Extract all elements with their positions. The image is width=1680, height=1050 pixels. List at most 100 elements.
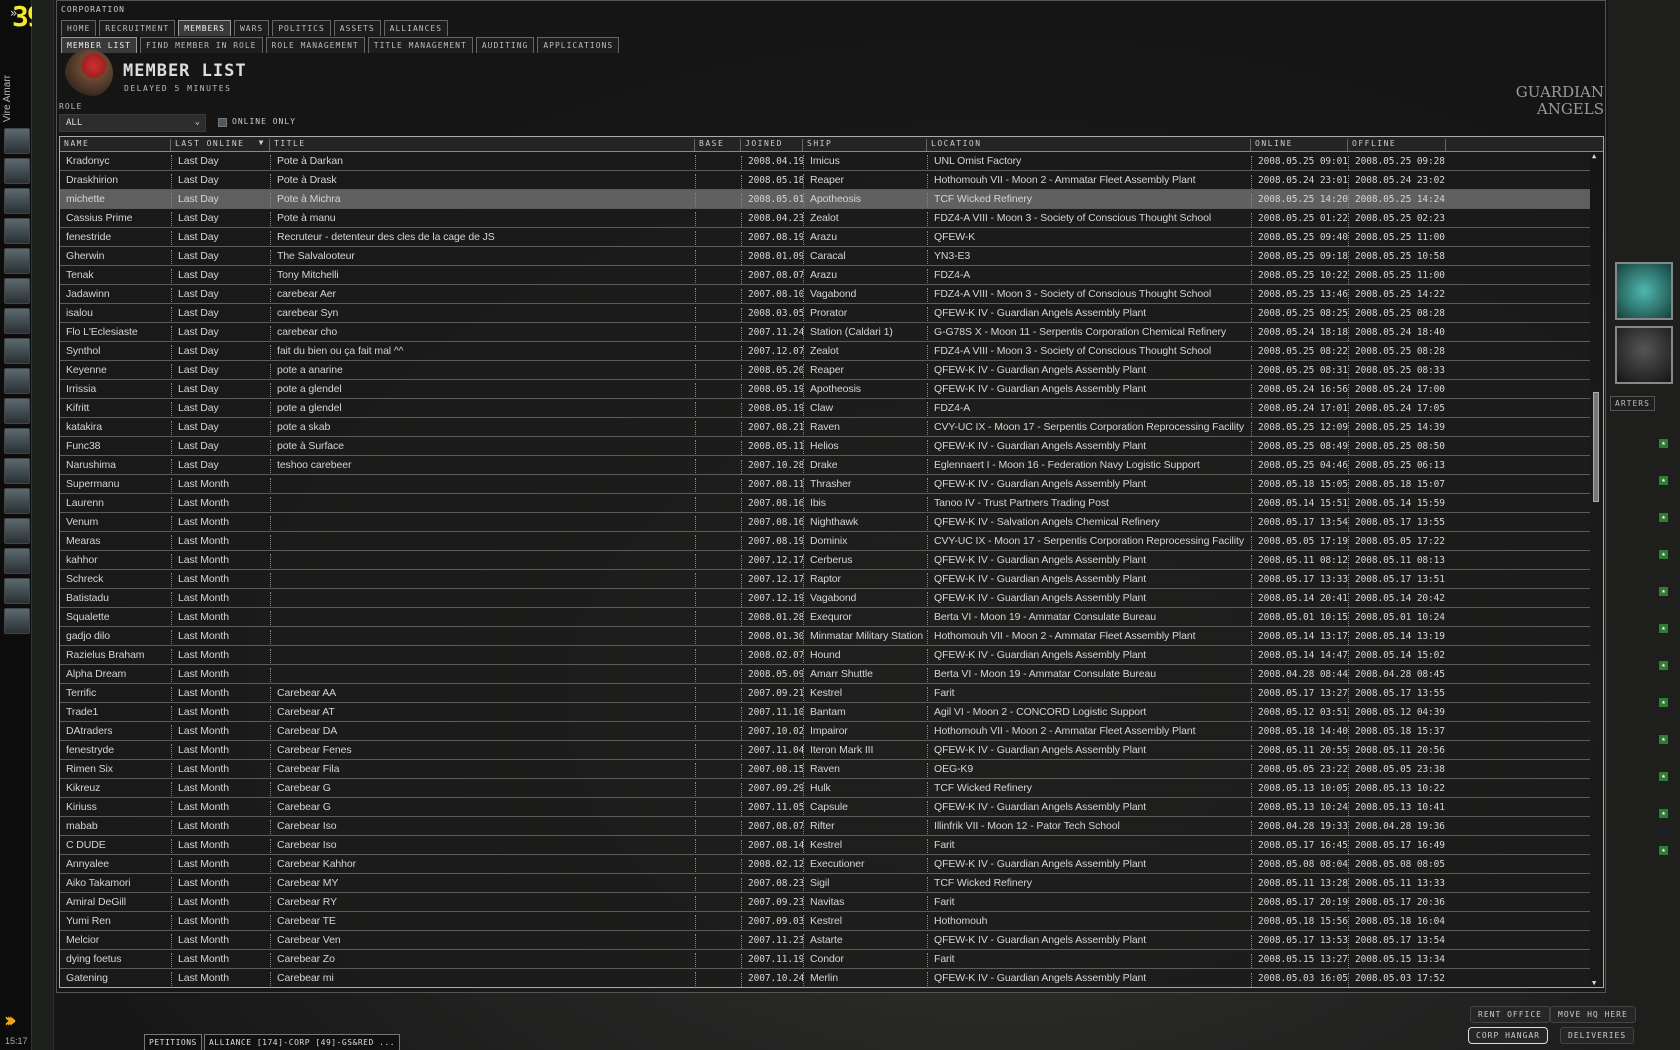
- table-row[interactable]: mabab Last Month Carebear Iso 2007.08.07 Rif…: [60, 817, 1590, 836]
- neocom-service-icon[interactable]: [4, 608, 30, 634]
- move-hq-button[interactable]: MOVE HQ HERE: [1550, 1006, 1636, 1023]
- table-row[interactable]: Flo L'Eclesiaste Last Day carebear cho 2007…: [60, 323, 1590, 342]
- table-row[interactable]: Razielus Braham Last Month 2008.02.07 Hound…: [60, 646, 1590, 665]
- neocom-service-icon[interactable]: [4, 218, 30, 244]
- subtab-applications[interactable]: APPLICATIONS: [537, 37, 620, 53]
- table-row[interactable]: Batistadu Last Month 2007.12.19 Vagabond QFE…: [60, 589, 1590, 608]
- neocom-service-icon[interactable]: [4, 488, 30, 514]
- table-row[interactable]: fenestride Last Day Recruteur - detenteur …: [60, 228, 1590, 247]
- table-row[interactable]: Kikreuz Last Month Carebear G 2007.09.29 Hul…: [60, 779, 1590, 798]
- scrollbar-thumb[interactable]: [1593, 392, 1599, 502]
- column-header-offline[interactable]: OFFLINE: [1348, 139, 1446, 151]
- table-row[interactable]: Melcior Last Month Carebear Ven 2007.11.23 A…: [60, 931, 1590, 950]
- table-row[interactable]: Narushima Last Day teshoo carebeer 2007.10.…: [60, 456, 1590, 475]
- subtab-find-member-in-role[interactable]: FIND MEMBER IN ROLE: [139, 37, 263, 53]
- neocom-service-icon[interactable]: [4, 128, 30, 154]
- tab-politics[interactable]: POLITICS: [272, 20, 331, 36]
- table-row[interactable]: Kifritt Last Day pote a glendel 2008.05.19 C…: [60, 399, 1590, 418]
- table-row[interactable]: Kradonyc Last Day Pote à Darkan 2008.04.19 I…: [60, 152, 1590, 171]
- deliveries-button[interactable]: DELIVERIES: [1560, 1027, 1635, 1044]
- table-row[interactable]: Yumi Ren Last Month Carebear TE 2007.09.03 K…: [60, 912, 1590, 931]
- table-row[interactable]: Synthol Last Day fait du bien ou ça fait m…: [60, 342, 1590, 361]
- table-row[interactable]: Draskhirion Last Day Pote à Drask 2008.05.1…: [60, 171, 1590, 190]
- online-only-label[interactable]: ONLINE ONLY: [232, 117, 296, 126]
- neocom-service-icon[interactable]: [4, 248, 30, 274]
- character-name[interactable]: Vire Amarr: [2, 75, 13, 122]
- table-row[interactable]: Venum Last Month 2007.08.16 Nighthawk QFEW-K…: [60, 513, 1590, 532]
- neocom-service-icon[interactable]: [4, 158, 30, 184]
- tab-home[interactable]: HOME: [61, 20, 97, 36]
- table-row[interactable]: katakira Last Day pote a skab 2007.08.21 Rav…: [60, 418, 1590, 437]
- table-row[interactable]: kahhor Last Month 2007.12.17 Cerberus QFEW-K…: [60, 551, 1590, 570]
- neocom-service-icon[interactable]: [4, 278, 30, 304]
- table-row[interactable]: Tenak Last Day Tony Mitchelli 2007.08.07 Ara…: [60, 266, 1590, 285]
- petitions-tab[interactable]: PETITIONS: [144, 1034, 202, 1050]
- table-row[interactable]: isalou Last Day carebear Syn 2008.03.05 Pror…: [60, 304, 1590, 323]
- table-row[interactable]: Gherwin Last Day The Salvalooteur 2008.01.0…: [60, 247, 1590, 266]
- neocom-service-icon[interactable]: [4, 548, 30, 574]
- table-row[interactable]: Rimen Six Last Month Carebear Fila 2007.08.…: [60, 760, 1590, 779]
- table-row[interactable]: Func38 Last Day pote à Surface 2008.05.11 He…: [60, 437, 1590, 456]
- scrollbar[interactable]: ▲ ▼: [1591, 152, 1601, 987]
- agent-portrait-icon[interactable]: [1615, 262, 1673, 320]
- table-row[interactable]: Schreck Last Month 2007.12.17 Raptor QFEW-K …: [60, 570, 1590, 589]
- corp-hangar-button[interactable]: CORP HANGAR: [1468, 1027, 1548, 1044]
- scroll-down-icon[interactable]: ▼: [1592, 979, 1596, 987]
- table-row[interactable]: Irrissia Last Day pote a glendel 2008.05.19…: [60, 380, 1590, 399]
- subtab-auditing[interactable]: AUDITING: [475, 37, 535, 53]
- tab-assets[interactable]: ASSETS: [333, 20, 381, 36]
- neocom-service-icon[interactable]: [4, 398, 30, 424]
- online-only-checkbox[interactable]: [218, 118, 227, 127]
- table-row[interactable]: Aiko Takamori Last Month Carebear MY 2007.0…: [60, 874, 1590, 893]
- table-row[interactable]: DAtraders Last Month Carebear DA 2007.10.02…: [60, 722, 1590, 741]
- neocom-service-icon[interactable]: [4, 458, 30, 484]
- table-row[interactable]: Cassius Prime Last Day Pote à manu 2008.04.…: [60, 209, 1590, 228]
- table-row[interactable]: Jadawinn Last Day carebear Aer 2007.08.10 Va…: [60, 285, 1590, 304]
- table-row[interactable]: Kiriuss Last Month Carebear G 2007.11.05 Cap…: [60, 798, 1590, 817]
- subtab-role-management[interactable]: ROLE MANAGEMENT: [265, 37, 365, 53]
- tab-headquarters[interactable]: ARTERS: [1610, 396, 1655, 411]
- table-row[interactable]: Laurenn Last Month 2007.08.16 Ibis Tanoo IV …: [60, 494, 1590, 513]
- column-header-ship[interactable]: SHIP: [803, 139, 927, 151]
- rent-office-button[interactable]: RENT OFFICE: [1470, 1006, 1550, 1023]
- table-row[interactable]: michette Last Day Pote à Michra 2008.05.01 A…: [60, 190, 1590, 209]
- neocom-service-icon[interactable]: [4, 308, 30, 334]
- neocom-service-icon[interactable]: [4, 428, 30, 454]
- column-header-joined[interactable]: JOINED: [741, 139, 803, 151]
- subtab-title-management[interactable]: TITLE MANAGEMENT: [367, 37, 473, 53]
- tab-recruitment[interactable]: RECRUITMENT: [99, 20, 176, 36]
- scroll-up-icon[interactable]: ▲: [1592, 152, 1596, 160]
- tab-alliances[interactable]: ALLIANCES: [383, 20, 449, 36]
- column-header-base[interactable]: BASE: [695, 139, 741, 151]
- tab-wars[interactable]: WARS: [233, 20, 270, 36]
- table-row[interactable]: Keyenne Last Day pote a anarine 2008.05.20 R…: [60, 361, 1590, 380]
- table-row[interactable]: gadjo dilo Last Month 2008.01.30 Minmatar M…: [60, 627, 1590, 646]
- tab-members[interactable]: MEMBERS: [178, 20, 231, 36]
- table-row[interactable]: Terrific Last Month Carebear AA 2007.09.21 K…: [60, 684, 1590, 703]
- neocom-service-icon[interactable]: [4, 338, 30, 364]
- table-row[interactable]: Trade1 Last Month Carebear AT 2007.11.10 Ban…: [60, 703, 1590, 722]
- table-row[interactable]: C DUDE Last Month Carebear Iso 2007.08.14 Ke…: [60, 836, 1590, 855]
- column-header-name[interactable]: NAME: [60, 139, 171, 151]
- alliance-chat-tab[interactable]: ALLIANCE [174]-CORP [49]-GS&RED ...: [204, 1034, 401, 1050]
- column-header-last-online[interactable]: LAST ONLINE ▼: [171, 138, 270, 151]
- neocom-service-icon[interactable]: [4, 518, 30, 544]
- table-row[interactable]: Supermanu Last Month 2007.08.11 Thrasher QFE…: [60, 475, 1590, 494]
- neocom-service-icon[interactable]: [4, 578, 30, 604]
- table-row[interactable]: Mearas Last Month 2007.08.19 Dominix CVY-UC …: [60, 532, 1590, 551]
- ceo-portrait-icon[interactable]: [1615, 326, 1673, 384]
- table-row[interactable]: fenestryde Last Month Carebear Fenes 2007.1…: [60, 741, 1590, 760]
- table-row[interactable]: Squalette Last Month 2008.01.28 Exequror Ber…: [60, 608, 1590, 627]
- role-dropdown[interactable]: ALL ⌄: [59, 114, 206, 132]
- neocom-service-icon[interactable]: [4, 368, 30, 394]
- column-header-location[interactable]: LOCATION: [927, 139, 1251, 151]
- table-row[interactable]: Amiral DeGill Last Month Carebear RY 2007.0…: [60, 893, 1590, 912]
- chevrons-icon[interactable]: ›››: [4, 1008, 17, 1032]
- table-row[interactable]: Gatening Last Month Carebear mi 2007.10.24 M…: [60, 969, 1590, 987]
- column-header-title[interactable]: TITLE: [270, 139, 695, 151]
- table-row[interactable]: Alpha Dream Last Month 2008.05.09 Amarr Shu…: [60, 665, 1590, 684]
- table-row[interactable]: Annyalee Last Month Carebear Kahhor 2008.02…: [60, 855, 1590, 874]
- neocom-service-icon[interactable]: [4, 188, 30, 214]
- column-header-online[interactable]: ONLINE: [1251, 139, 1348, 151]
- table-row[interactable]: dying foetus Last Month Carebear Zo 2007.11…: [60, 950, 1590, 969]
